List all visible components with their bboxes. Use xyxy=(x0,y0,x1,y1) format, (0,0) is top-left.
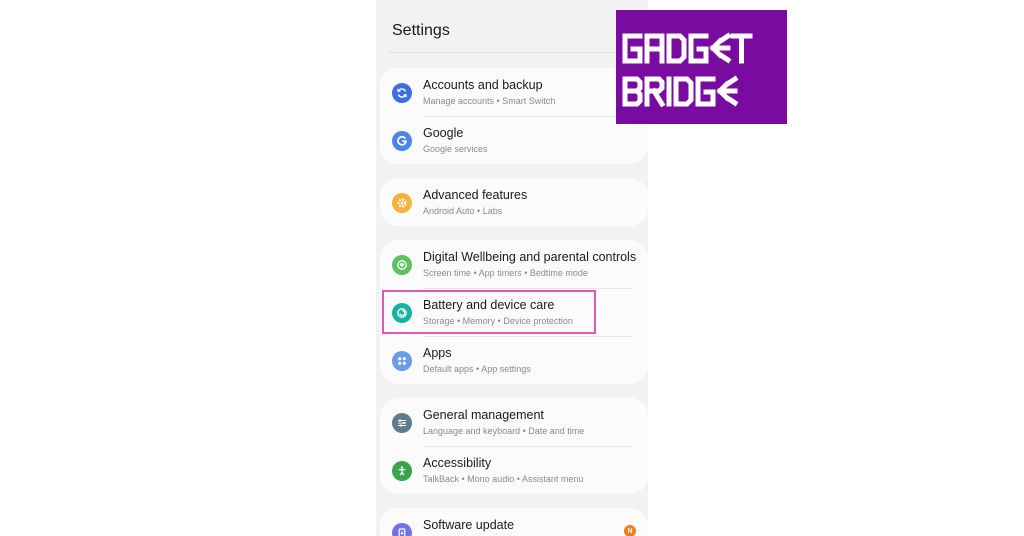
google-g-icon xyxy=(392,131,412,151)
gear-icon xyxy=(392,193,412,213)
settings-group-update: Software update N xyxy=(380,508,648,536)
accessibility-icon xyxy=(392,461,412,481)
sliders-icon xyxy=(392,413,412,433)
settings-item-apps[interactable]: Apps Default apps • App settings xyxy=(380,336,648,384)
settings-item-google[interactable]: Google Google services xyxy=(380,116,648,164)
settings-item-accounts-and-backup[interactable]: Accounts and backup Manage accounts • Sm… xyxy=(380,68,648,116)
item-subtitle: Language and keyboard • Date and time xyxy=(423,426,585,436)
settings-group-management: General management Language and keyboard… xyxy=(380,398,648,494)
settings-item-general-management[interactable]: General management Language and keyboard… xyxy=(380,398,648,446)
settings-item-accessibility[interactable]: Accessibility TalkBack • Mono audio • As… xyxy=(380,446,648,494)
settings-item-advanced-features[interactable]: Advanced features Android Auto • Labs xyxy=(380,178,648,226)
device-care-icon xyxy=(392,303,412,323)
item-subtitle: Manage accounts • Smart Switch xyxy=(423,96,556,106)
item-title: Accessibility xyxy=(423,456,492,470)
item-subtitle: Android Auto • Labs xyxy=(423,206,503,216)
item-title: Accounts and backup xyxy=(423,78,543,92)
item-title: General management xyxy=(423,408,544,422)
settings-item-software-update[interactable]: Software update N xyxy=(380,508,648,536)
page-title: Settings xyxy=(392,22,450,39)
sync-icon xyxy=(392,83,412,103)
title-divider xyxy=(388,52,636,53)
settings-group-accounts: Accounts and backup Manage accounts • Sm… xyxy=(380,68,648,164)
update-icon xyxy=(392,523,412,536)
settings-group-device: Digital Wellbeing and parental controls … xyxy=(380,240,648,384)
heart-circle-icon xyxy=(392,255,412,275)
settings-screen: Settings Accounts and backup Manage acco… xyxy=(376,0,648,536)
item-subtitle: Default apps • App settings xyxy=(423,364,531,374)
item-title: Advanced features xyxy=(423,188,528,202)
item-title: Battery and device care xyxy=(423,298,555,312)
settings-item-digital-wellbeing[interactable]: Digital Wellbeing and parental controls … xyxy=(380,240,648,288)
logo-wordmark xyxy=(622,32,753,108)
item-subtitle: Storage • Memory • Device protection xyxy=(423,316,573,326)
item-title: Google xyxy=(423,126,464,140)
item-subtitle: Screen time • App timers • Bedtime mode xyxy=(423,268,588,278)
item-title: Digital Wellbeing and parental controls xyxy=(423,250,637,264)
item-title: Apps xyxy=(423,346,452,360)
apps-grid-icon xyxy=(392,351,412,371)
item-subtitle: Google services xyxy=(423,144,488,154)
item-subtitle: TalkBack • Mono audio • Assistant menu xyxy=(423,474,584,484)
settings-item-battery-and-device-care[interactable]: Battery and device care Storage • Memory… xyxy=(380,288,648,336)
settings-group-advanced: Advanced features Android Auto • Labs xyxy=(380,178,648,226)
new-badge: N xyxy=(624,525,636,536)
item-title: Software update xyxy=(423,518,515,532)
gadget-bridge-logo xyxy=(616,10,787,124)
